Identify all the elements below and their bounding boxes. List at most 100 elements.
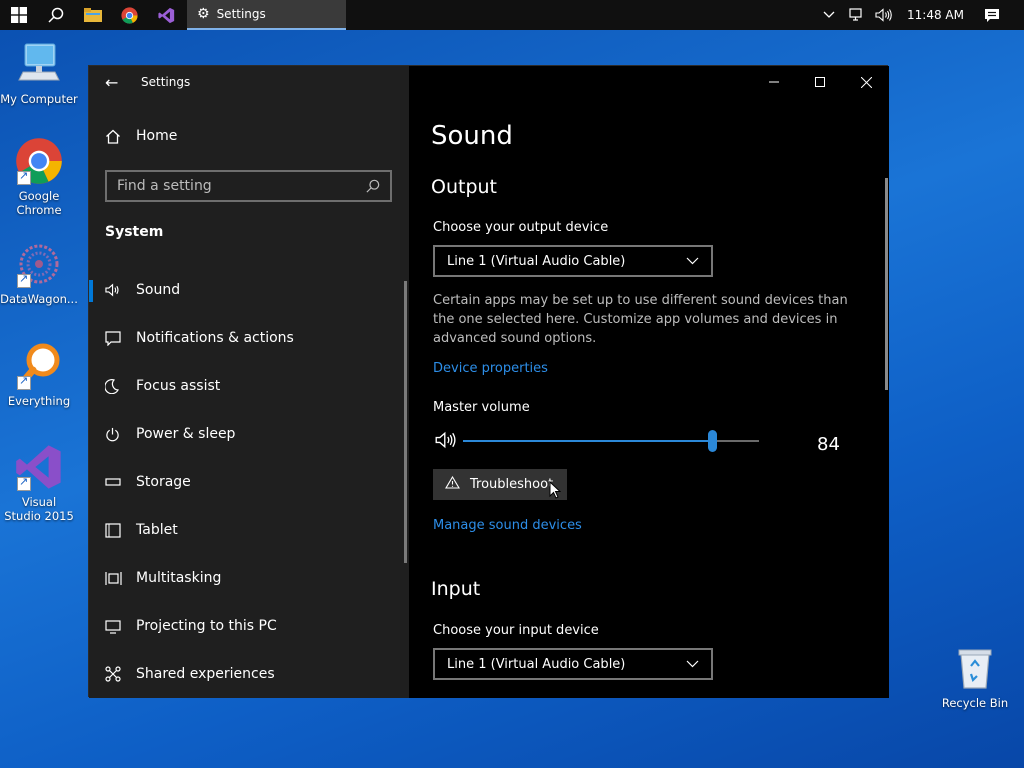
sidebar-item-projecting[interactable]: Projecting to this PC <box>89 602 409 650</box>
chevron-up-icon[interactable] <box>817 0 841 30</box>
sidebar-item-label: Multitasking <box>136 570 222 586</box>
volume-value: 84 <box>817 434 840 455</box>
clock[interactable]: 11:48 AM <box>899 0 978 30</box>
taskbar-active-label: Settings <box>216 7 266 21</box>
projecting-icon <box>105 619 136 634</box>
start-button[interactable] <box>0 0 37 30</box>
output-heading: Output <box>431 176 497 198</box>
desktop-icon-label: Everything <box>7 394 71 408</box>
search-placeholder: Find a setting <box>117 178 212 194</box>
sidebar-item-shared-experiences[interactable]: Shared experiences <box>89 650 409 698</box>
volume-slider-thumb[interactable] <box>707 430 717 452</box>
desktop-icon-my-computer[interactable]: My Computer <box>0 40 78 106</box>
desktop-icon-everything[interactable]: Everything <box>0 342 78 408</box>
chevron-down-icon <box>686 660 699 668</box>
nav-list: Sound Notifications & actions Focus assi… <box>89 266 409 698</box>
desktop-icon-label: Visual Studio 2015 <box>4 495 74 523</box>
sidebar-item-label: Projecting to this PC <box>136 618 277 634</box>
desktop-icon-label: Google Chrome <box>16 189 62 217</box>
desktop-icon-label: Recycle Bin <box>941 696 1009 710</box>
warning-icon <box>445 475 460 493</box>
file-explorer-taskbar-button[interactable] <box>74 0 111 30</box>
output-description: Certain apps may be set up to use differ… <box>433 293 848 346</box>
desktop-icon-label: My Computer <box>0 92 78 106</box>
volume-slider-fill <box>463 440 712 442</box>
troubleshoot-label: Troubleshoot <box>470 477 554 492</box>
maximize-icon <box>815 77 825 87</box>
desktop-icon-label: DataWagon... <box>0 292 78 306</box>
manage-sound-devices-link[interactable]: Manage sound devices <box>433 518 582 533</box>
shortcut-arrow-icon <box>17 272 31 288</box>
sidebar-item-notifications[interactable]: Notifications & actions <box>89 314 409 362</box>
visual-studio-icon <box>158 7 175 23</box>
maximize-button[interactable] <box>797 66 843 98</box>
home-icon <box>105 129 136 144</box>
sidebar-item-label: Storage <box>136 474 191 490</box>
input-device-value: Line 1 (Virtual Audio Cable) <box>447 656 626 672</box>
close-icon <box>860 76 872 88</box>
minimize-button[interactable] <box>751 66 797 98</box>
input-device-dropdown[interactable]: Line 1 (Virtual Audio Cable) <box>433 648 713 680</box>
sidebar-scrollbar[interactable] <box>404 281 407 563</box>
nav-home[interactable]: Home <box>105 128 177 144</box>
windows-logo-icon <box>10 7 27 23</box>
sidebar-item-focus-assist[interactable]: Focus assist <box>89 362 409 410</box>
content-scrollbar[interactable] <box>885 178 888 390</box>
sidebar-item-multitasking[interactable]: Multitasking <box>89 554 409 602</box>
titlebar-left: ← Settings <box>89 66 409 98</box>
volume-tray-icon[interactable] <box>869 0 899 30</box>
back-arrow-icon[interactable]: ← <box>105 73 135 92</box>
sidebar-item-label: Shared experiences <box>136 666 275 682</box>
search-icon <box>366 179 380 193</box>
system-tray: 11:48 AM <box>817 0 1024 30</box>
output-device-dropdown[interactable]: Line 1 (Virtual Audio Cable) <box>433 245 713 277</box>
search-input[interactable]: Find a setting <box>105 170 392 202</box>
input-device-label: Choose your input device <box>433 623 599 638</box>
desktop-icon-visual-studio[interactable]: Visual Studio 2015 <box>0 443 78 523</box>
sidebar-item-power-sleep[interactable]: Power & sleep <box>89 410 409 458</box>
desktop-icon-datawagon[interactable]: DataWagon... <box>0 240 78 306</box>
sidebar-item-tablet[interactable]: Tablet <box>89 506 409 554</box>
sidebar-item-label: Notifications & actions <box>136 330 294 346</box>
sidebar-item-sound[interactable]: Sound <box>89 266 409 314</box>
section-title: System <box>105 224 164 240</box>
input-heading: Input <box>431 578 481 600</box>
visual-studio-taskbar-button[interactable] <box>148 0 185 30</box>
window-controls <box>751 66 889 98</box>
settings-taskbar-button[interactable]: ⚙ Settings <box>187 0 346 30</box>
search-taskbar-button[interactable] <box>37 0 74 30</box>
volume-speaker-icon[interactable] <box>435 431 457 453</box>
shared-icon <box>105 666 136 682</box>
desktop-icon-recycle-bin[interactable]: Recycle Bin <box>936 644 1014 710</box>
power-icon <box>105 427 136 442</box>
desktop-icon-google-chrome[interactable]: Google Chrome <box>0 137 78 217</box>
chrome-taskbar-button[interactable] <box>111 0 148 30</box>
network-icon[interactable] <box>841 0 869 30</box>
folder-icon <box>83 8 102 22</box>
home-label: Home <box>136 128 178 144</box>
storage-icon <box>105 477 136 487</box>
troubleshoot-button[interactable]: Troubleshoot <box>433 469 567 500</box>
chrome-icon <box>15 137 63 185</box>
close-button[interactable] <box>843 66 889 98</box>
recycle-bin-icon <box>951 644 999 692</box>
shortcut-arrow-icon <box>17 374 31 390</box>
action-center-icon[interactable] <box>978 0 1024 30</box>
everything-search-icon <box>15 342 63 390</box>
content-pane: Sound Output Choose your output device L… <box>409 66 889 698</box>
window-title: Settings <box>141 75 191 89</box>
sidebar-item-label: Sound <box>136 282 181 298</box>
sidebar-item-label: Power & sleep <box>136 426 236 442</box>
sidebar-item-label: Focus assist <box>136 378 221 394</box>
device-properties-link[interactable]: Device properties <box>433 361 548 376</box>
search-icon <box>47 7 63 23</box>
master-volume-label: Master volume <box>433 400 530 415</box>
notification-icon <box>105 330 136 346</box>
tablet-icon <box>105 522 136 538</box>
output-device-label: Choose your output device <box>433 220 609 235</box>
master-volume-row: 84 <box>433 430 853 460</box>
taskbar: ⚙ Settings 11:48 AM <box>0 0 1024 30</box>
computer-icon <box>15 40 63 88</box>
sidebar-item-storage[interactable]: Storage <box>89 458 409 506</box>
shortcut-arrow-icon <box>17 475 31 491</box>
